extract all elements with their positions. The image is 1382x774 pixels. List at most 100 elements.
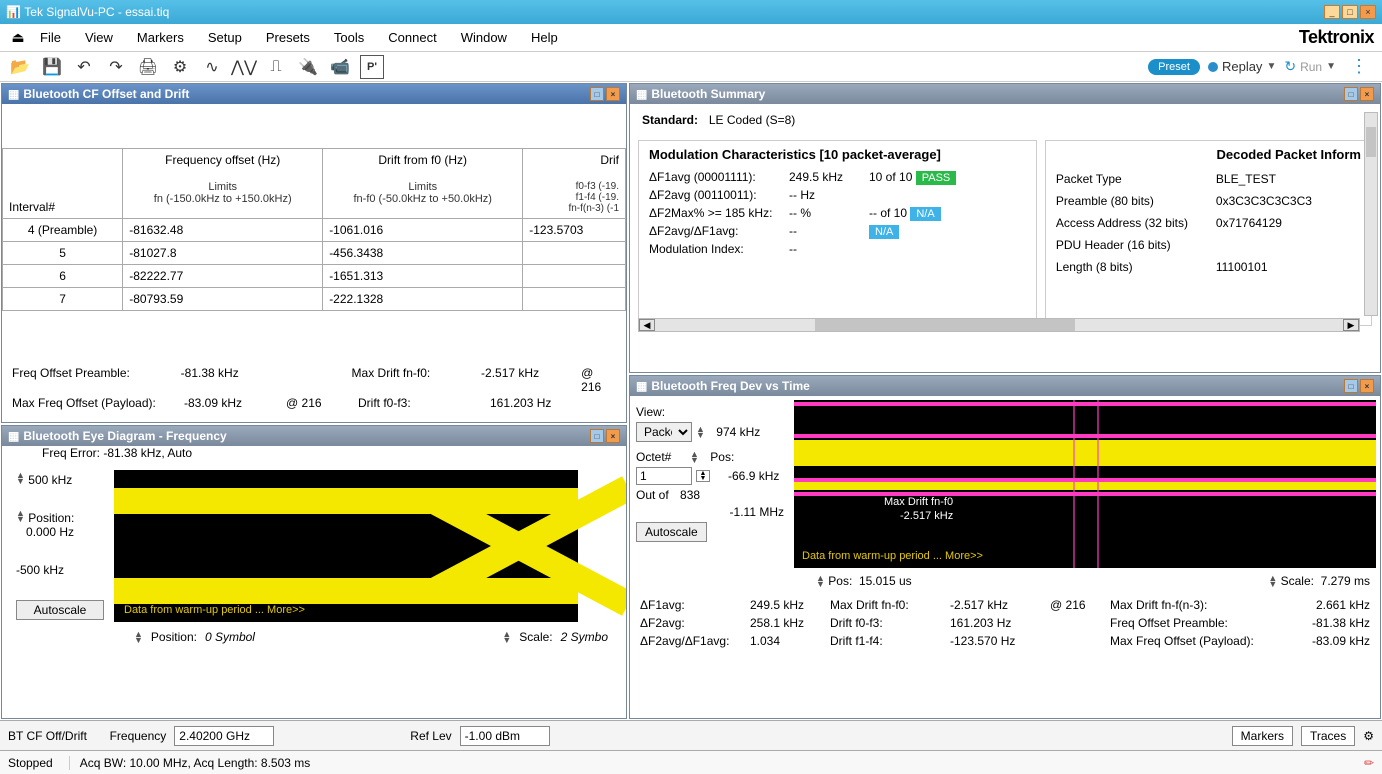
home-icon[interactable]: ⏏ bbox=[8, 29, 28, 46]
fdt-autoscale-button[interactable]: Autoscale bbox=[636, 522, 707, 542]
gear-icon[interactable]: ⚙ bbox=[168, 55, 192, 79]
menu-file[interactable]: File bbox=[28, 26, 73, 49]
panel-close-button[interactable]: × bbox=[1360, 87, 1374, 101]
replay-dot-icon bbox=[1208, 62, 1218, 72]
run-button[interactable]: ↻ Run ▼ bbox=[1284, 58, 1336, 75]
replay-button[interactable]: Replay ▼ bbox=[1208, 59, 1276, 74]
signal2-icon[interactable]: ⋀⋁ bbox=[232, 55, 256, 79]
fdt-warn-text[interactable]: Data from warm-up period ... More>> bbox=[802, 550, 983, 562]
save-icon[interactable]: 💾 bbox=[40, 55, 64, 79]
frequency-input[interactable] bbox=[174, 726, 274, 746]
panel-eye-header[interactable]: ▦ Bluetooth Eye Diagram - Frequency □ × bbox=[2, 426, 626, 446]
spinner-icon[interactable]: ▲▼ bbox=[16, 510, 25, 522]
status-stopped: Stopped bbox=[8, 756, 70, 770]
run-label: Run bbox=[1300, 60, 1322, 74]
panel-maximize-button[interactable]: □ bbox=[1344, 87, 1358, 101]
preset-button[interactable]: Preset bbox=[1148, 59, 1200, 75]
cf-table-scroll[interactable]: Interval# Frequency offset (Hz) Limits f… bbox=[2, 148, 626, 358]
table-row[interactable]: 6-82222.77-1651.313 bbox=[3, 265, 626, 288]
eye-status-text: Freq Error: -81.38 kHz, Auto bbox=[42, 446, 626, 462]
markers-button[interactable]: Markers bbox=[1232, 726, 1293, 746]
eye-ytop: 500 kHz bbox=[28, 473, 72, 487]
fdt-ytop: 974 kHz bbox=[716, 425, 760, 439]
signal3-icon[interactable]: ⎍ bbox=[264, 55, 288, 79]
table-row[interactable]: 4 (Preamble)-81632.48-1061.016-123.5703 bbox=[3, 219, 626, 242]
undo-icon[interactable]: ↶ bbox=[72, 55, 96, 79]
fdt-ybot: -1.11 MHz bbox=[730, 505, 784, 519]
col-drift-limits: Limits fn-f0 (-50.0kHz to +50.0kHz) bbox=[329, 181, 516, 205]
panel-close-button[interactable]: × bbox=[1360, 379, 1374, 393]
stepper-icon[interactable]: ▲▼ bbox=[696, 470, 710, 482]
eye-autoscale-button[interactable]: Autoscale bbox=[16, 600, 104, 620]
menu-help[interactable]: Help bbox=[519, 26, 570, 49]
power-icon[interactable]: 🔌 bbox=[296, 55, 320, 79]
signal1-icon[interactable]: ∿ bbox=[200, 55, 224, 79]
menu-view[interactable]: View bbox=[73, 26, 125, 49]
p-tool-icon[interactable]: P' bbox=[360, 55, 384, 79]
gear-icon[interactable]: ⚙ bbox=[1363, 729, 1374, 743]
panel-fdt-header[interactable]: ▦ Bluetooth Freq Dev vs Time □ × bbox=[630, 376, 1380, 396]
control-bar: BT CF Off/Drift Frequency Ref Lev Marker… bbox=[0, 720, 1382, 750]
window-minimize-button[interactable]: _ bbox=[1324, 5, 1340, 19]
vertical-scrollbar[interactable] bbox=[1364, 112, 1378, 316]
scroll-left-icon[interactable]: ◀ bbox=[639, 319, 655, 331]
stat-df0f3-label: Drift f0-f3: bbox=[358, 396, 478, 410]
open-icon[interactable]: 📂 bbox=[8, 55, 32, 79]
menu-presets[interactable]: Presets bbox=[254, 26, 322, 49]
menu-connect[interactable]: Connect bbox=[376, 26, 448, 49]
status-bar: Stopped Acq BW: 10.00 MHz, Acq Length: 8… bbox=[0, 750, 1382, 774]
menu-markers[interactable]: Markers bbox=[125, 26, 196, 49]
dec-row: Preamble (80 bits)0x3C3C3C3C3C3 bbox=[1056, 190, 1361, 212]
menu-window[interactable]: Window bbox=[449, 26, 519, 49]
kebab-menu-icon[interactable]: ⋮ bbox=[1344, 56, 1374, 77]
panel-maximize-button[interactable]: □ bbox=[590, 87, 604, 101]
stat-fop-val: -81.38 kHz bbox=[181, 366, 269, 394]
octet-input[interactable] bbox=[636, 467, 692, 485]
panel-summary: ▦ Bluetooth Summary □ × Standard: LE Cod… bbox=[629, 83, 1381, 373]
panel-summary-header[interactable]: ▦ Bluetooth Summary □ × bbox=[630, 84, 1380, 104]
menu-tools[interactable]: Tools bbox=[322, 26, 376, 49]
print-icon[interactable]: 🖨 bbox=[136, 55, 160, 79]
mod-row: ΔF2Max% >= 185 kHz:-- %-- of 10 N/A bbox=[649, 204, 1026, 222]
window-close-button[interactable]: × bbox=[1360, 5, 1376, 19]
panel-maximize-button[interactable]: □ bbox=[590, 429, 604, 443]
spinner-icon[interactable]: ▲▼ bbox=[816, 575, 825, 587]
spinner-icon[interactable]: ▲▼ bbox=[690, 451, 699, 463]
stat-mdf-at: @ 216 bbox=[581, 366, 616, 394]
eye-warn-text[interactable]: Data from warm-up period ... More>> bbox=[124, 604, 305, 616]
stat-df0f3-val: 161.203 Hz bbox=[490, 396, 580, 410]
table-row[interactable]: 5-81027.8-456.3438 bbox=[3, 242, 626, 265]
redo-icon[interactable]: ↷ bbox=[104, 55, 128, 79]
mod-row: ΔF2avg/ΔF1avg:-- N/A bbox=[649, 222, 1026, 240]
col-freq-limits: Limits fn (-150.0kHz to +150.0kHz) bbox=[129, 181, 316, 205]
spinner-icon[interactable]: ▲▼ bbox=[16, 472, 25, 484]
spinner-icon[interactable]: ▲▼ bbox=[134, 631, 143, 643]
panel-close-button[interactable]: × bbox=[606, 429, 620, 443]
status-acq: Acq BW: 10.00 MHz, Acq Length: 8.503 ms bbox=[80, 756, 311, 770]
grid-icon: ▦ bbox=[636, 379, 647, 393]
modulation-box: Modulation Characteristics [10 packet-av… bbox=[638, 140, 1037, 326]
table-row[interactable]: 7-80793.59-222.1328 bbox=[3, 288, 626, 311]
panel-close-button[interactable]: × bbox=[606, 87, 620, 101]
fdt-chart[interactable]: Max Drift fn-f0 -2.517 kHz Data from war… bbox=[794, 400, 1376, 568]
ref-lev-input[interactable] bbox=[460, 726, 550, 746]
panel-maximize-button[interactable]: □ bbox=[1344, 379, 1358, 393]
grid-icon: ▦ bbox=[636, 87, 647, 101]
eye-scale-value: 2 Symbo bbox=[561, 630, 608, 644]
eraser-icon[interactable]: ✏ bbox=[1364, 756, 1374, 770]
horizontal-scrollbar[interactable]: ◀ ▶ bbox=[638, 318, 1360, 332]
camera-icon[interactable]: 📹 bbox=[328, 55, 352, 79]
menu-setup[interactable]: Setup bbox=[196, 26, 254, 49]
traces-button[interactable]: Traces bbox=[1301, 726, 1355, 746]
fdt-stat-row: ΔF2avg:258.1 kHzDrift f0-f3:161.203 HzFr… bbox=[640, 614, 1370, 632]
window-maximize-button[interactable]: □ bbox=[1342, 5, 1358, 19]
spinner-icon[interactable]: ▲▼ bbox=[502, 631, 511, 643]
scroll-right-icon[interactable]: ▶ bbox=[1343, 319, 1359, 331]
panel-summary-title: Bluetooth Summary bbox=[651, 87, 1342, 101]
spinner-icon[interactable]: ▲▼ bbox=[696, 426, 705, 438]
spinner-icon[interactable]: ▲▼ bbox=[1268, 575, 1277, 587]
eye-chart[interactable]: Data from warm-up period ... More>> bbox=[114, 470, 578, 622]
col-drift-title: Drift from f0 (Hz) bbox=[329, 153, 516, 167]
view-select[interactable]: Packet bbox=[636, 422, 692, 442]
panel-cf-header[interactable]: ▦ Bluetooth CF Offset and Drift □ × bbox=[2, 84, 626, 104]
